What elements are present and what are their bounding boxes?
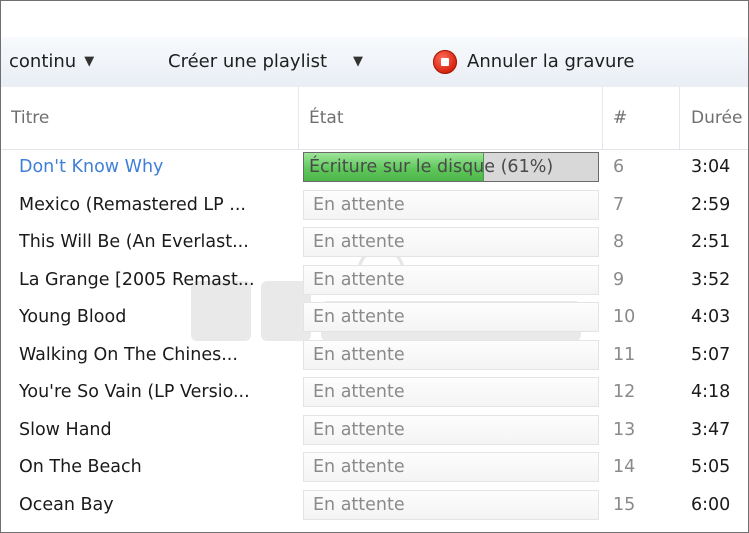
- track-number: 15: [613, 494, 636, 515]
- track-status: En attente: [313, 232, 405, 252]
- track-status: En attente: [313, 382, 405, 402]
- create-playlist-button[interactable]: Créer une playlist ▼: [168, 37, 363, 87]
- track-number: 10: [613, 307, 636, 327]
- track-status: En attente: [313, 307, 405, 327]
- track-title: Ocean Bay: [19, 494, 114, 515]
- column-divider[interactable]: [298, 87, 299, 149]
- track-status: En attente: [313, 194, 405, 215]
- stop-icon[interactable]: [433, 50, 457, 74]
- track-status: En attente: [313, 419, 405, 440]
- track-number: 9: [613, 269, 625, 290]
- track-title: Walking On The Chines...: [19, 344, 238, 365]
- track-status: Écriture sur le disque (61%): [309, 157, 554, 177]
- table-row[interactable]: Ocean Bay En attente 15 6:00: [1, 487, 748, 525]
- column-header: Titre État # Durée: [1, 87, 748, 150]
- column-number[interactable]: #: [613, 87, 673, 149]
- track-duration: 2:59: [691, 194, 731, 215]
- track-status: En attente: [313, 494, 405, 515]
- track-duration: 3:47: [691, 419, 731, 440]
- track-title: Don't Know Why: [19, 157, 164, 177]
- column-title[interactable]: Titre: [11, 87, 296, 149]
- chevron-down-icon: ▼: [353, 54, 364, 69]
- status-field: En attente: [303, 414, 599, 445]
- table-row[interactable]: Walking On The Chines... En attente 11 5:07: [1, 337, 748, 375]
- cancel-burn-button[interactable]: Annuler la gravure: [467, 37, 634, 87]
- track-title: Young Blood: [19, 307, 127, 327]
- column-divider[interactable]: [602, 87, 603, 149]
- track-title: La Grange [2005 Remast...: [19, 269, 255, 290]
- track-title: Mexico (Remastered LP ...: [19, 194, 246, 215]
- track-duration: 5:07: [691, 344, 731, 365]
- status-field: En attente: [303, 452, 599, 482]
- status-field: En attente: [303, 189, 599, 220]
- burn-mode-label: continu: [9, 51, 77, 72]
- track-number: 14: [613, 457, 636, 477]
- column-divider[interactable]: [679, 87, 680, 149]
- track-title: Slow Hand: [19, 419, 112, 440]
- table-row[interactable]: Slow Hand En attente 13 3:47: [1, 412, 748, 450]
- track-duration: 6:00: [691, 494, 731, 515]
- table-row[interactable]: You're So Vain (LP Versio... En attente 12…: [1, 374, 748, 412]
- status-field: En attente: [303, 264, 599, 295]
- track-number: 13: [613, 419, 636, 440]
- track-title: You're So Vain (LP Versio...: [19, 382, 250, 402]
- column-duration[interactable]: Durée: [691, 87, 748, 149]
- track-duration: 4:18: [691, 382, 731, 402]
- track-duration: 3:52: [691, 269, 731, 290]
- column-status[interactable]: État: [309, 87, 599, 149]
- status-field: En attente: [303, 339, 599, 370]
- track-status: En attente: [313, 457, 405, 477]
- status-field: En attente: [303, 227, 599, 257]
- table-row[interactable]: Don't Know Why Écriture sur le disque (61…: [1, 149, 748, 187]
- status-field: En attente: [303, 489, 599, 520]
- track-duration: 2:51: [691, 232, 731, 252]
- track-title: On The Beach: [19, 457, 142, 477]
- track-number: 12: [613, 382, 636, 402]
- track-duration: 5:05: [691, 457, 731, 477]
- track-number: 11: [613, 344, 636, 365]
- status-field: En attente: [303, 377, 599, 407]
- track-title: This Will Be (An Everlast...: [19, 232, 249, 252]
- table-row[interactable]: Mexico (Remastered LP ... En attente 7 2:59: [1, 187, 748, 225]
- track-number: 8: [613, 232, 625, 252]
- track-status: En attente: [313, 344, 405, 365]
- table-row[interactable]: Young Blood En attente 10 4:03: [1, 299, 748, 337]
- top-strip: [1, 1, 748, 38]
- table-row[interactable]: La Grange [2005 Remast... En attente 9 3:52: [1, 262, 748, 300]
- toolbar: continu ▼ Créer une playlist ▼ Annuler la …: [1, 37, 748, 88]
- burn-mode-button[interactable]: continu ▼: [9, 37, 94, 87]
- table-row[interactable]: On The Beach En attente 14 5:05: [1, 449, 748, 487]
- track-number: 6: [613, 157, 625, 177]
- create-playlist-label: Créer une playlist: [168, 51, 328, 72]
- chevron-down-icon: ▼: [84, 54, 95, 69]
- app-window: continu ▼ Créer une playlist ▼ Annuler la …: [0, 0, 749, 533]
- table-row[interactable]: This Will Be (An Everlast... En attente 8 2…: [1, 224, 748, 262]
- burn-progress-bar: Écriture sur le disque (61%): [303, 152, 599, 182]
- track-duration: 4:03: [691, 307, 731, 327]
- track-number: 7: [613, 194, 625, 215]
- status-field: En attente: [303, 302, 599, 332]
- track-duration: 3:04: [691, 157, 731, 177]
- track-status: En attente: [313, 269, 405, 290]
